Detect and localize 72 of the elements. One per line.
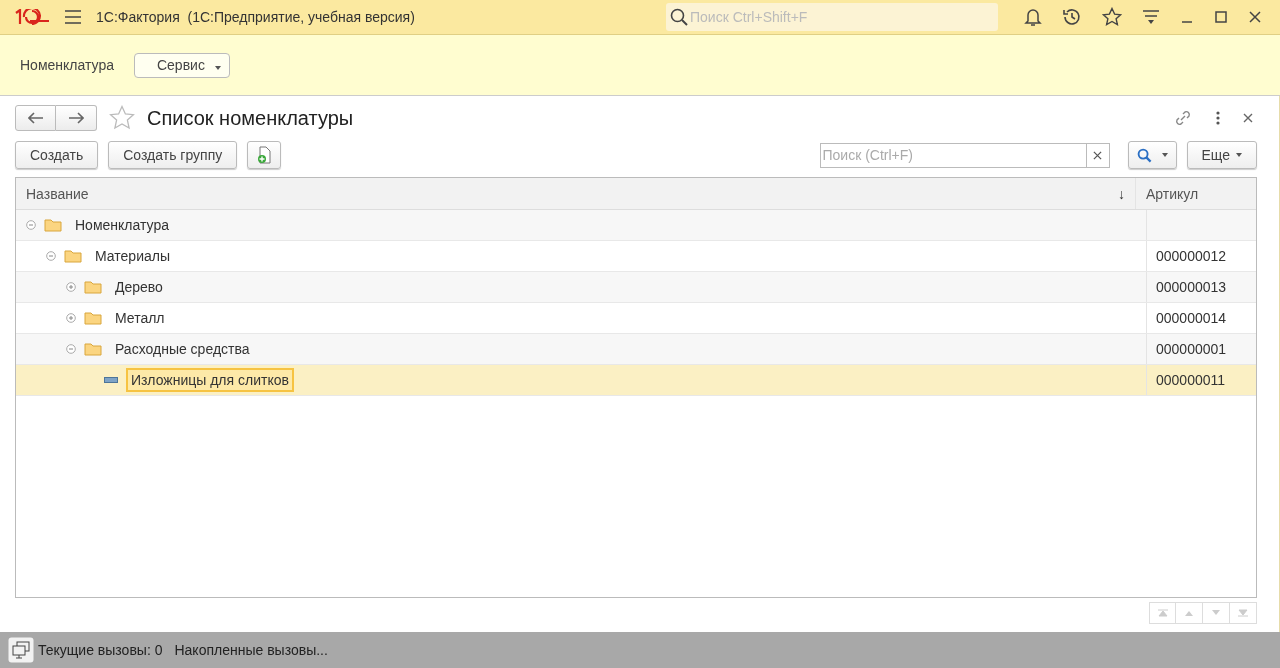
top-arrow-icon [1157,609,1168,617]
history-icon[interactable] [1062,7,1082,27]
column-header[interactable]: Артикул [1135,178,1256,209]
table-row[interactable]: Дерево 000000013 [16,272,1256,303]
right-arrow-icon [68,112,84,124]
document-add-icon [256,146,273,164]
link-icon[interactable] [1173,108,1193,128]
caret-icon [1161,153,1168,157]
collapse-icon[interactable] [46,251,56,261]
bell-icon[interactable] [1024,7,1042,27]
article-cell: 000000012 [1156,248,1227,264]
window-title: 1С:Фактория (1С:Предприятие, учебная версия) [96,9,415,25]
section-link[interactable]: Номенклатура [20,57,114,73]
item-name: Номенклатура [74,216,170,235]
clear-icon[interactable] [1086,142,1110,168]
down-arrow-icon [1211,609,1221,617]
sort-arrow: ↓ [1118,185,1125,202]
form-title: Список номенклатуры [147,106,354,130]
folder-icon [84,342,102,356]
star-icon[interactable] [1102,7,1122,27]
menu-icon[interactable] [64,10,82,24]
back-button[interactable] [15,105,56,131]
table-row[interactable]: Расходные средства 000000001 [16,334,1256,365]
article-cell: 000000001 [1156,341,1227,357]
logo-icon [14,9,50,25]
close-icon[interactable] [1248,10,1262,24]
item-name: Материалы [94,247,171,266]
filter-icon[interactable] [1142,8,1160,26]
accumulated-calls-link[interactable]: Накопленные вызовы... [174,642,328,658]
item-name: Изложницы для слитков [126,368,294,392]
forward-button[interactable] [56,105,97,131]
maximize-icon[interactable] [1214,10,1228,24]
search-icon [1136,147,1152,163]
item-name: Расходные средства [114,340,251,359]
folder-icon [84,311,102,325]
folder-icon [84,280,102,294]
item-name: Дерево [114,278,164,297]
list-search-field[interactable]: Поиск (Ctrl+F) [819,142,1087,168]
column-header[interactable]: Название ↓ [16,178,1135,209]
collapse-icon[interactable] [66,344,76,354]
caret-icon [1236,153,1242,157]
global-search-field[interactable]: Поиск Ctrl+Shift+F [666,3,998,31]
command-button[interactable]: Создать [15,141,99,169]
search-icon [670,8,688,26]
left-arrow-icon [27,112,44,124]
article-cell: 000000011 [1156,372,1226,388]
table-row[interactable]: Номенклатура [16,210,1256,241]
close-icon[interactable] [1243,113,1253,123]
bottom-arrow-icon [1238,609,1248,617]
more-button[interactable]: Еще [1186,141,1257,169]
table-row[interactable]: Изложницы для слитков 000000011 [16,365,1256,396]
collapse-icon[interactable] [26,220,36,230]
service-menu-button[interactable]: Сервис [133,52,230,78]
monitors-icon[interactable] [8,637,34,663]
article-cell: 000000014 [1156,310,1227,326]
item-icon [104,377,118,383]
command-button[interactable]: Создать группу [108,141,238,169]
expand-icon[interactable] [66,313,76,323]
current-calls-text: Текущие вызовы: 0 [38,642,163,658]
item-name: Металл [114,309,166,328]
folder-icon [44,218,62,232]
expand-icon[interactable] [66,282,76,292]
add-file-button[interactable] [247,141,282,169]
favorite-star-icon[interactable] [109,105,135,131]
table-row[interactable]: Материалы 000000012 [16,241,1256,272]
article-cell: 000000013 [1156,279,1227,295]
more-options-icon[interactable] [1215,110,1221,126]
up-arrow-icon [1184,609,1194,617]
table-row[interactable]: Металл 000000014 [16,303,1256,334]
search-options-button[interactable] [1127,141,1177,169]
folder-icon [64,249,82,263]
caret-icon [214,66,221,70]
